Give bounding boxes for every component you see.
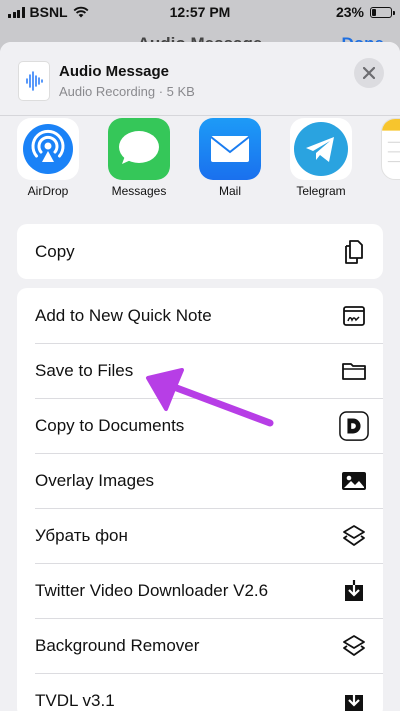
- action-label: Twitter Video Downloader V2.6: [35, 580, 269, 600]
- folder-icon: [339, 356, 369, 386]
- app-label: Telegram: [296, 184, 346, 198]
- documents-icon: [339, 411, 369, 441]
- action-background-remover[interactable]: Background Remover: [17, 618, 383, 673]
- share-header: Audio Message Audio Recording · 5 KB: [0, 42, 400, 116]
- close-icon: [363, 67, 375, 79]
- action-remove-background-ru[interactable]: Убрать фон: [17, 508, 383, 563]
- status-bar: BSNL 12:57 PM 23%: [0, 0, 400, 24]
- app-label: Messages: [111, 184, 167, 198]
- copy-action[interactable]: Copy: [17, 224, 383, 279]
- download-icon: [339, 686, 369, 711]
- layers-icon: [339, 631, 369, 661]
- airdrop-icon: [17, 118, 79, 180]
- layers-icon: [339, 521, 369, 551]
- action-add-quick-note[interactable]: Add to New Quick Note: [17, 288, 383, 343]
- app-messages[interactable]: Messages: [103, 118, 175, 198]
- telegram-icon: [290, 118, 352, 180]
- download-icon: [339, 576, 369, 606]
- annotation-arrow-icon: [146, 368, 274, 427]
- app-label: Mail: [218, 184, 241, 198]
- quick-note-icon: [339, 301, 369, 331]
- action-label: Add to New Quick Note: [35, 305, 212, 325]
- battery-icon: [370, 6, 395, 18]
- action-tvdl[interactable]: TVDL v3.1: [17, 673, 383, 711]
- action-overlay-images[interactable]: Overlay Images: [17, 453, 383, 508]
- action-label: Убрать фон: [35, 525, 128, 545]
- action-label: TVDL v3.1: [35, 690, 115, 710]
- app-label: AirDrop: [27, 184, 69, 198]
- mail-icon: [199, 118, 261, 180]
- action-twitter-video-downloader[interactable]: Twitter Video Downloader V2.6: [17, 563, 383, 618]
- notes-app-icon: [381, 118, 400, 180]
- messages-icon: [108, 118, 170, 180]
- copy-icon: [339, 237, 369, 267]
- app-telegram[interactable]: Telegram: [285, 118, 357, 198]
- file-title: Audio Message: [59, 63, 170, 80]
- audio-file-icon: [18, 61, 50, 101]
- action-label: Overlay Images: [35, 470, 155, 490]
- app-airdrop[interactable]: AirDrop: [12, 118, 84, 198]
- battery-percent: 23%: [335, 4, 364, 20]
- app-share-row: AirDrop Messages Mail Telegram: [0, 116, 400, 206]
- copy-group: Copy: [17, 224, 383, 279]
- action-label: Save to Files: [35, 360, 134, 380]
- app-mail[interactable]: Mail: [194, 118, 266, 198]
- action-label: Copy: [35, 241, 75, 261]
- close-button[interactable]: [354, 58, 384, 88]
- actions-list: Add to New Quick Note Save to Files Copy…: [17, 288, 383, 711]
- action-label: Background Remover: [35, 635, 200, 655]
- file-subtitle: Audio Recording · 5 KB: [59, 84, 195, 99]
- photo-icon: [339, 466, 369, 496]
- app-notes[interactable]: [376, 118, 400, 180]
